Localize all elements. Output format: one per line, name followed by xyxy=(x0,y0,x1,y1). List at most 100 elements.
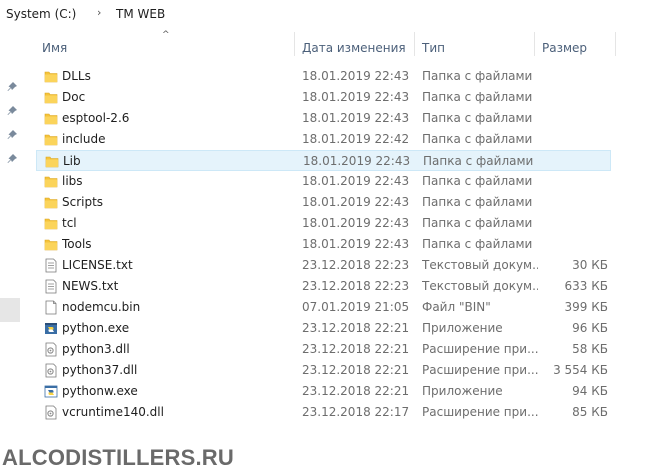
file-modified-date: 18.01.2019 22:43 xyxy=(302,69,410,83)
file-row[interactable]: Lib 18.01.2019 22:43 Папка с файлами xyxy=(36,150,611,171)
file-type: Папка с файлами xyxy=(422,69,533,83)
file-modified-date: 23.12.2018 22:17 xyxy=(302,405,410,419)
file-size: 94 КБ xyxy=(572,384,608,398)
file-type: Расширение при... xyxy=(422,405,538,419)
file-name: python37.dll xyxy=(62,363,138,377)
file-name: vcruntime140.dll xyxy=(62,405,164,419)
folder-icon xyxy=(44,111,58,126)
python-exe-icon xyxy=(44,321,58,336)
breadcrumb-drive[interactable]: System (C:) xyxy=(6,7,76,21)
text-file-icon xyxy=(44,279,58,294)
column-header-row: Имя Дата изменения Тип Размер xyxy=(0,32,649,60)
folder-icon xyxy=(44,69,58,84)
file-row[interactable]: python3.dll 23.12.2018 22:21 Расширение пр… xyxy=(36,339,611,360)
navigation-pane-scroll-area[interactable] xyxy=(0,298,20,322)
dll-file-icon xyxy=(44,363,58,378)
file-modified-date: 18.01.2019 22:43 xyxy=(302,195,410,209)
file-size: 58 КБ xyxy=(572,342,608,356)
file-row[interactable]: Doc 18.01.2019 22:43 Папка с файлами xyxy=(36,87,611,108)
pythonw-exe-icon xyxy=(44,384,58,399)
dll-file-icon xyxy=(44,342,58,357)
file-size: 85 КБ xyxy=(572,405,608,419)
pin-icon[interactable] xyxy=(6,81,18,93)
column-header-type[interactable]: Тип xyxy=(422,41,445,55)
pin-icon[interactable] xyxy=(6,129,18,141)
file-type: Текстовый докум... xyxy=(422,258,538,272)
file-modified-date: 23.12.2018 22:21 xyxy=(302,321,410,335)
file-size: 633 КБ xyxy=(564,279,608,293)
column-divider[interactable] xyxy=(615,32,616,56)
file-name: python3.dll xyxy=(62,342,130,356)
file-name: libs xyxy=(62,174,83,188)
folder-icon xyxy=(44,195,58,210)
file-modified-date: 18.01.2019 22:43 xyxy=(302,216,410,230)
file-row[interactable]: nodemcu.bin 07.01.2019 21:05 Файл "BIN" 399… xyxy=(36,297,611,318)
dll-file-icon xyxy=(44,405,58,420)
file-type: Файл "BIN" xyxy=(422,300,491,314)
file-type: Расширение при... xyxy=(422,342,538,356)
file-modified-date: 18.01.2019 22:43 xyxy=(302,90,410,104)
watermark-text: ALCODISTILLERS.RU xyxy=(2,445,234,470)
file-name: esptool-2.6 xyxy=(62,111,130,125)
file-row[interactable]: DLLs 18.01.2019 22:43 Папка с файлами xyxy=(36,66,611,87)
file-row[interactable]: LICENSE.txt 23.12.2018 22:23 Текстовый док… xyxy=(36,255,611,276)
file-row[interactable]: python37.dll 23.12.2018 22:21 Расширение п… xyxy=(36,360,611,381)
file-row[interactable]: esptool-2.6 18.01.2019 22:43 Папка с файла… xyxy=(36,108,611,129)
column-divider[interactable] xyxy=(414,32,415,56)
file-modified-date: 18.01.2019 22:43 xyxy=(303,154,411,168)
file-name: nodemcu.bin xyxy=(62,300,141,314)
column-divider[interactable] xyxy=(534,32,535,56)
file-row[interactable]: libs 18.01.2019 22:43 Папка с файлами xyxy=(36,171,611,192)
file-name: LICENSE.txt xyxy=(62,258,133,272)
file-size: 399 КБ xyxy=(564,300,608,314)
column-header-date[interactable]: Дата изменения xyxy=(302,41,406,55)
file-row[interactable]: python.exe 23.12.2018 22:21 Приложение 96 К… xyxy=(36,318,611,339)
file-row[interactable]: NEWS.txt 23.12.2018 22:23 Текстовый докум.… xyxy=(36,276,611,297)
file-modified-date: 18.01.2019 22:43 xyxy=(302,111,410,125)
file-type: Папка с файлами xyxy=(423,154,534,168)
pin-icon[interactable] xyxy=(6,153,18,165)
file-name: Lib xyxy=(63,154,81,168)
file-type: Приложение xyxy=(422,384,503,398)
file-size: 30 КБ xyxy=(572,258,608,272)
folder-icon xyxy=(44,132,58,147)
file-type: Папка с файлами xyxy=(422,111,533,125)
file-modified-date: 23.12.2018 22:21 xyxy=(302,363,410,377)
pin-icon[interactable] xyxy=(6,105,18,117)
file-type: Папка с файлами xyxy=(422,237,533,251)
file-row[interactable]: vcruntime140.dll 23.12.2018 22:17 Расширен… xyxy=(36,402,611,423)
chevron-right-icon[interactable]: › xyxy=(97,6,101,19)
folder-icon xyxy=(44,216,58,231)
file-modified-date: 23.12.2018 22:23 xyxy=(302,258,410,272)
file-type: Папка с файлами xyxy=(422,216,533,230)
file-type: Папка с файлами xyxy=(422,90,533,104)
address-bar-breadcrumb[interactable]: System (C:) › TM WEB xyxy=(0,0,649,24)
file-type: Расширение при... xyxy=(422,363,538,377)
folder-icon xyxy=(44,174,58,189)
file-modified-date: 18.01.2019 22:43 xyxy=(302,174,410,188)
file-row[interactable]: include 18.01.2019 22:42 Папка с файлами xyxy=(36,129,611,150)
folder-icon xyxy=(45,154,59,169)
file-name: tcl xyxy=(62,216,77,230)
file-name: DLLs xyxy=(62,69,91,83)
file-type: Папка с файлами xyxy=(422,195,533,209)
column-header-size[interactable]: Размер xyxy=(542,41,587,55)
file-type: Текстовый докум... xyxy=(422,279,538,293)
column-header-name[interactable]: Имя xyxy=(42,41,67,55)
file-row[interactable]: Tools 18.01.2019 22:43 Папка с файлами xyxy=(36,234,611,255)
file-row[interactable]: Scripts 18.01.2019 22:43 Папка с файлами xyxy=(36,192,611,213)
file-row[interactable]: pythonw.exe 23.12.2018 22:21 Приложение 94 … xyxy=(36,381,611,402)
column-divider[interactable] xyxy=(294,32,295,56)
file-row[interactable]: tcl 18.01.2019 22:43 Папка с файлами xyxy=(36,213,611,234)
folder-icon xyxy=(44,90,58,105)
file-size: 3 554 КБ xyxy=(553,363,608,377)
file-size: 96 КБ xyxy=(572,321,608,335)
file-name: include xyxy=(62,132,106,146)
file-name: Scripts xyxy=(62,195,104,209)
file-modified-date: 23.12.2018 22:21 xyxy=(302,342,410,356)
breadcrumb-folder[interactable]: TM WEB xyxy=(116,7,165,21)
file-type: Папка с файлами xyxy=(422,174,533,188)
file-modified-date: 07.01.2019 21:05 xyxy=(302,300,410,314)
file-name: NEWS.txt xyxy=(62,279,119,293)
file-modified-date: 23.12.2018 22:21 xyxy=(302,384,410,398)
